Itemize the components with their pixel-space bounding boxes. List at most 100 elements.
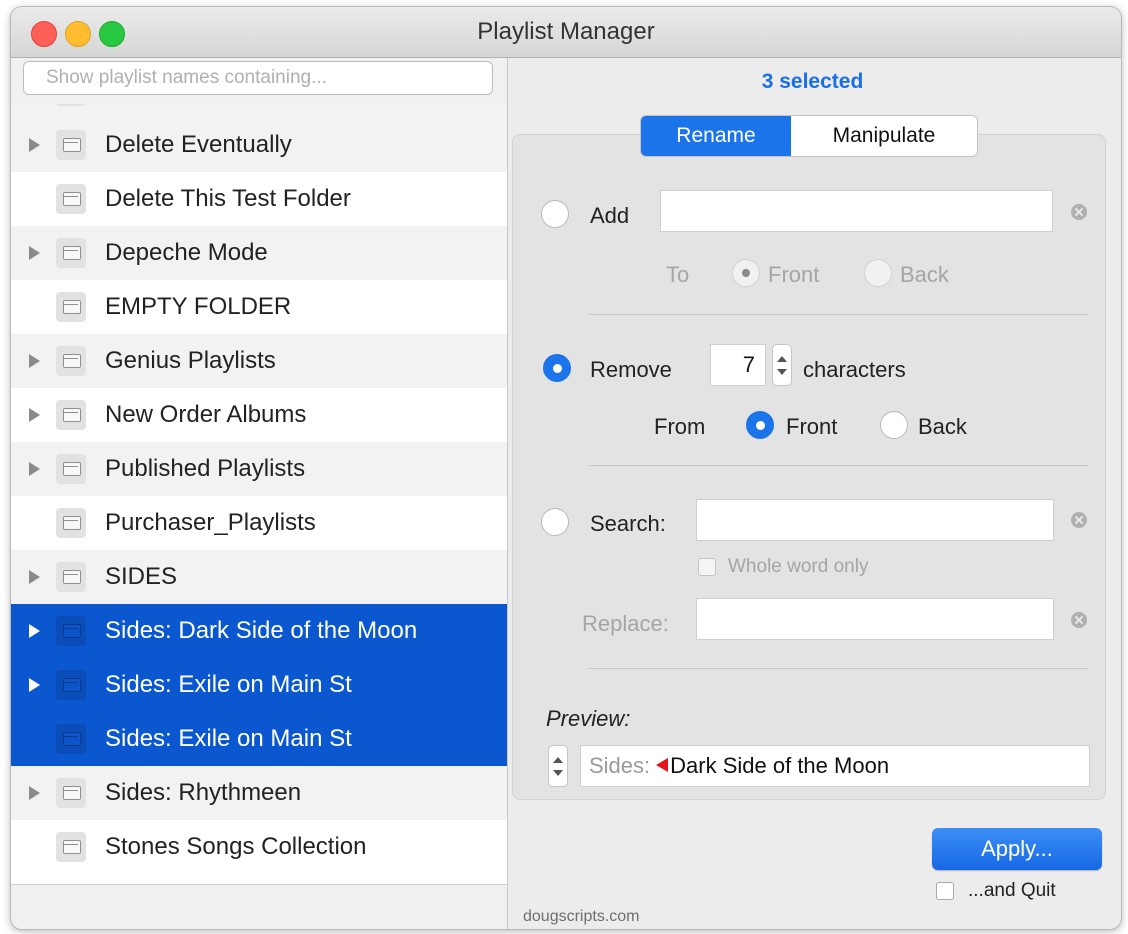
add-label: Add xyxy=(590,203,630,228)
folder-icon xyxy=(56,292,86,322)
preview-result: Dark Side of the Moon xyxy=(670,753,890,778)
playlist-name: Sides: Exile on Main St xyxy=(105,671,352,698)
preview-stepper[interactable] xyxy=(548,745,568,787)
disclosure-triangle-icon[interactable] xyxy=(29,408,40,422)
playlist-name: Depeche Mode xyxy=(105,239,268,266)
folder-icon xyxy=(56,104,86,106)
playlist-row[interactable]: Delete Eventually xyxy=(11,118,507,172)
disclosure-triangle-icon[interactable] xyxy=(29,138,40,152)
add-front-radio[interactable] xyxy=(732,259,760,287)
playlist-row[interactable]: SIDES xyxy=(11,550,507,604)
mode-tabs: Rename Manipulate xyxy=(640,115,978,157)
remove-back-label: Back xyxy=(918,414,967,439)
folder-icon xyxy=(56,724,86,754)
folder-icon xyxy=(56,832,86,862)
filter-bar: Show playlist names containing... xyxy=(11,58,507,104)
selected-count: 3 selected xyxy=(761,70,864,93)
playlist-name: Stones Songs Collection xyxy=(105,833,367,860)
remove-count-field[interactable]: 7 xyxy=(710,344,766,386)
rename-panel xyxy=(512,134,1106,800)
playlist-name: Sides: Exile on Main St xyxy=(105,725,352,752)
remove-label: Remove xyxy=(590,357,672,382)
add-front-label: Front xyxy=(768,262,820,287)
folder-icon xyxy=(56,238,86,268)
tab-rename[interactable]: Rename xyxy=(641,116,791,156)
search-radio[interactable] xyxy=(541,508,569,536)
playlist-name: Published Playlists xyxy=(105,455,306,482)
remove-front-radio[interactable] xyxy=(746,411,774,439)
titlebar: Playlist Manager xyxy=(11,7,1121,58)
add-radio[interactable] xyxy=(541,200,569,228)
divider xyxy=(588,314,1088,315)
playlist-row[interactable]: Sides: Exile on Main St xyxy=(11,658,507,712)
whole-word-checkbox[interactable] xyxy=(698,558,716,576)
playlist-row[interactable]: Published Playlists xyxy=(11,442,507,496)
playlist-name: SIDES xyxy=(105,563,178,590)
remove-radio[interactable] xyxy=(543,354,571,382)
characters-label: characters xyxy=(803,357,906,382)
search-label: Search: xyxy=(590,511,666,536)
folder-icon xyxy=(56,778,86,808)
folder-icon xyxy=(56,616,86,646)
preview-field: Sides: Dark Side of the Moon xyxy=(580,745,1090,787)
tab-manipulate[interactable]: Manipulate xyxy=(791,116,977,156)
removal-marker-icon xyxy=(656,758,669,772)
folder-icon xyxy=(56,670,86,700)
sidebar-bottom-bar xyxy=(11,884,507,929)
window-title: Playlist Manager xyxy=(477,18,655,45)
and-quit-checkbox[interactable] xyxy=(936,882,954,900)
disclosure-triangle-icon[interactable] xyxy=(29,570,40,584)
apply-button[interactable]: Apply... xyxy=(932,828,1102,870)
folder-icon xyxy=(56,346,86,376)
disclosure-triangle-icon[interactable] xyxy=(29,246,40,260)
playlist-row[interactable]: Genius Playlists xyxy=(11,334,507,388)
playlist-list[interactable]: Delete Eventually Delete This Test Folder… xyxy=(11,104,507,927)
playlist-row[interactable]: Sides: Dark Side of the Moon xyxy=(11,604,507,658)
add-back-radio[interactable] xyxy=(864,259,892,287)
preview-label: Preview: xyxy=(546,706,631,731)
disclosure-triangle-icon[interactable] xyxy=(29,354,40,368)
playlist-name: New Order Albums xyxy=(105,401,307,428)
add-back-label: Back xyxy=(900,262,949,287)
stepper-up-icon xyxy=(553,757,563,763)
add-text-field[interactable] xyxy=(660,190,1053,232)
search-clear-icon[interactable] xyxy=(1071,512,1087,528)
playlist-row[interactable]: Sides: Rhythmeen xyxy=(11,766,507,820)
disclosure-triangle-icon[interactable] xyxy=(29,786,40,800)
stepper-down-icon xyxy=(777,369,787,375)
search-text-field[interactable] xyxy=(696,499,1054,541)
playlist-name: Purchaser_Playlists xyxy=(105,509,316,536)
playlist-row-partial[interactable] xyxy=(11,104,507,118)
playlist-row[interactable]: New Order Albums xyxy=(11,388,507,442)
folder-icon xyxy=(56,400,86,430)
whole-word-label: Whole word only xyxy=(728,556,869,577)
playlist-filter-input[interactable]: Show playlist names containing... xyxy=(23,61,493,95)
remove-back-radio[interactable] xyxy=(880,411,908,439)
disclosure-triangle-icon[interactable] xyxy=(29,678,40,692)
playlist-sidebar: Show playlist names containing... Delete… xyxy=(11,58,508,929)
replace-label: Replace: xyxy=(582,611,669,636)
divider xyxy=(588,465,1088,466)
and-quit-label: ...and Quit xyxy=(968,880,1056,901)
folder-icon xyxy=(56,562,86,592)
replace-clear-icon[interactable] xyxy=(1071,612,1087,628)
playlist-name: Genius Playlists xyxy=(105,347,276,374)
replace-text-field[interactable] xyxy=(696,598,1054,640)
folder-icon xyxy=(56,508,86,538)
playlist-name: EMPTY FOLDER xyxy=(105,293,292,320)
from-label: From xyxy=(654,414,706,439)
playlist-row[interactable]: EMPTY FOLDER xyxy=(11,280,507,334)
remove-count-stepper[interactable] xyxy=(772,344,792,386)
folder-icon xyxy=(56,454,86,484)
playlist-row[interactable]: Delete This Test Folder xyxy=(11,172,507,226)
footer-credit: dougscripts.com xyxy=(523,908,640,925)
folder-icon xyxy=(56,184,86,214)
playlist-row[interactable]: Sides: Exile on Main St xyxy=(11,712,507,766)
playlist-row[interactable]: Purchaser_Playlists xyxy=(11,496,507,550)
playlist-row[interactable]: Depeche Mode xyxy=(11,226,507,280)
disclosure-triangle-icon[interactable] xyxy=(29,624,40,638)
add-clear-icon[interactable] xyxy=(1071,204,1087,220)
preview-prefix: Sides: xyxy=(589,753,651,778)
playlist-row[interactable]: Stones Songs Collection xyxy=(11,820,507,874)
disclosure-triangle-icon[interactable] xyxy=(29,462,40,476)
